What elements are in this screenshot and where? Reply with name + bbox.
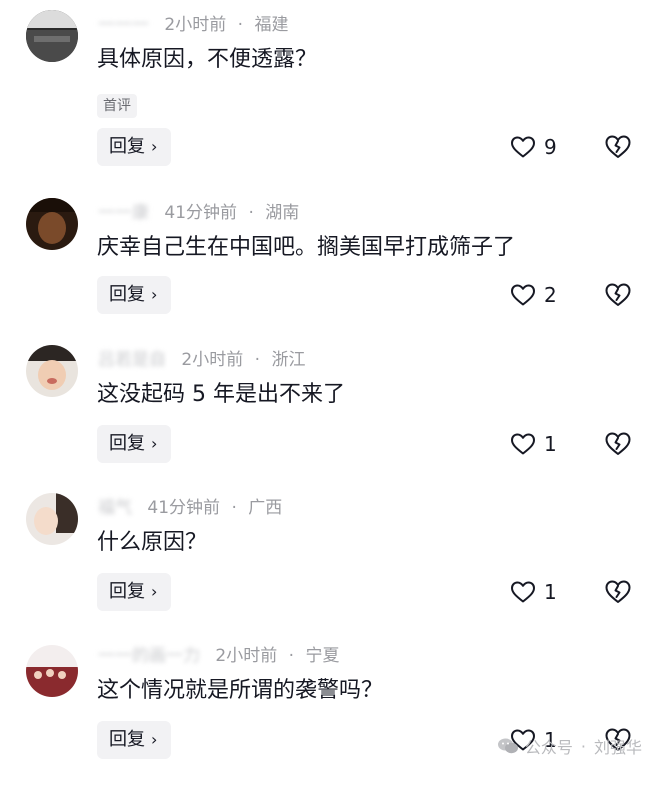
comment-item: 一一一 2小时前 · 福建 具体原因，不便透露？ 首评 回复 › 9 — [0, 10, 660, 166]
broken-heart-icon — [605, 580, 631, 603]
heart-icon — [511, 581, 535, 603]
dislike-button[interactable] — [604, 425, 634, 463]
reply-button[interactable]: 回复 › — [97, 128, 172, 166]
heart-icon — [511, 284, 535, 306]
meta-separator: · — [231, 498, 237, 518]
comment-meta: 吕若是自 2小时前 · 浙江 — [98, 345, 305, 375]
comment-time: 2小时前 — [215, 646, 278, 666]
comment-meta: 一一的画一力 2小时前 · 宁夏 — [98, 641, 339, 671]
reply-label: 回复 — [109, 136, 145, 157]
chevron-right-icon: › — [151, 285, 158, 304]
first-comment-badge: 首评 — [97, 94, 137, 118]
like-button[interactable]: 1 — [510, 573, 557, 611]
like-count: 9 — [544, 135, 557, 159]
comment-text: 这没起码 5 年是出不来了 — [97, 382, 345, 407]
reply-label: 回复 — [109, 729, 145, 750]
like-button[interactable]: 2 — [510, 276, 557, 314]
comment-item: 一一的画一力 2小时前 · 宁夏 这个情况就是所谓的袭警吗？ 回复 › 1 — [0, 641, 660, 789]
username[interactable]: 一一一 — [98, 10, 149, 40]
like-button[interactable]: 1 — [510, 425, 557, 463]
heart-icon — [511, 433, 535, 455]
username[interactable]: 福气 — [98, 493, 132, 523]
comment-time: 41分钟前 — [147, 498, 221, 518]
dislike-button[interactable] — [604, 128, 634, 166]
comment-item: 福气 41分钟前 · 广西 什么原因？ 回复 › 1 — [0, 493, 660, 641]
like-count: 1 — [544, 580, 557, 604]
reply-label: 回复 — [109, 433, 145, 454]
watermark-author: 刘强华 — [593, 738, 642, 757]
comment-meta: 福气 41分钟前 · 广西 — [98, 493, 282, 523]
reply-button[interactable]: 回复 › — [97, 425, 172, 463]
comment-location: 浙江 — [271, 350, 306, 370]
heart-icon — [511, 136, 535, 158]
username[interactable]: 一一康 — [98, 198, 149, 228]
broken-heart-icon — [605, 283, 631, 306]
like-count: 1 — [544, 432, 557, 456]
comment-location: 福建 — [254, 15, 289, 35]
avatar[interactable] — [26, 10, 78, 62]
broken-heart-icon — [605, 135, 631, 158]
like-button[interactable]: 9 — [510, 128, 557, 166]
comment-time: 2小时前 — [164, 15, 227, 35]
reply-button[interactable]: 回复 › — [97, 721, 172, 759]
chevron-right-icon: › — [151, 434, 158, 453]
reply-label: 回复 — [109, 581, 145, 602]
avatar[interactable] — [26, 645, 78, 697]
comment-text: 庆幸自己生在中国吧。搁美国早打成筛子了 — [97, 235, 516, 260]
comment-text: 具体原因，不便透露？ — [97, 47, 318, 72]
username[interactable]: 一一的画一力 — [98, 641, 200, 671]
meta-separator: · — [248, 203, 254, 223]
comment-location: 广西 — [248, 498, 283, 518]
comment-time: 2小时前 — [181, 350, 244, 370]
dislike-button[interactable] — [604, 276, 634, 314]
comment-location: 湖南 — [265, 203, 300, 223]
comment-time: 41分钟前 — [164, 203, 238, 223]
avatar[interactable] — [26, 345, 78, 397]
username[interactable]: 吕若是自 — [98, 345, 166, 375]
avatar[interactable] — [26, 198, 78, 250]
comment-meta: 一一一 2小时前 · 福建 — [98, 10, 288, 40]
reply-label: 回复 — [109, 284, 145, 305]
wechat-icon — [497, 738, 518, 754]
chevron-right-icon: › — [151, 582, 158, 601]
watermark: 公众号 · 刘强华 — [497, 734, 642, 758]
comment-item: 吕若是自 2小时前 · 浙江 这没起码 5 年是出不来了 回复 › 1 — [0, 345, 660, 493]
meta-separator: · — [254, 350, 261, 370]
meta-separator: · — [237, 15, 244, 35]
watermark-platform: 公众号 — [524, 738, 573, 757]
comment-location: 宁夏 — [305, 646, 340, 666]
broken-heart-icon — [605, 432, 631, 455]
reply-button[interactable]: 回复 › — [97, 573, 172, 611]
comment-meta: 一一康 41分钟前 · 湖南 — [98, 198, 299, 228]
chevron-right-icon: › — [151, 137, 158, 156]
reply-button[interactable]: 回复 › — [97, 276, 172, 314]
comment-item: 一一康 41分钟前 · 湖南 庆幸自己生在中国吧。搁美国早打成筛子了 回复 › 2 — [0, 198, 660, 346]
watermark-separator: · — [580, 736, 586, 756]
dislike-button[interactable] — [604, 573, 634, 611]
like-count: 2 — [544, 283, 557, 307]
avatar[interactable] — [26, 493, 78, 545]
comment-text: 这个情况就是所谓的袭警吗？ — [97, 678, 384, 703]
comment-text: 什么原因？ — [97, 530, 208, 555]
meta-separator: · — [288, 646, 295, 666]
chevron-right-icon: › — [151, 730, 158, 749]
